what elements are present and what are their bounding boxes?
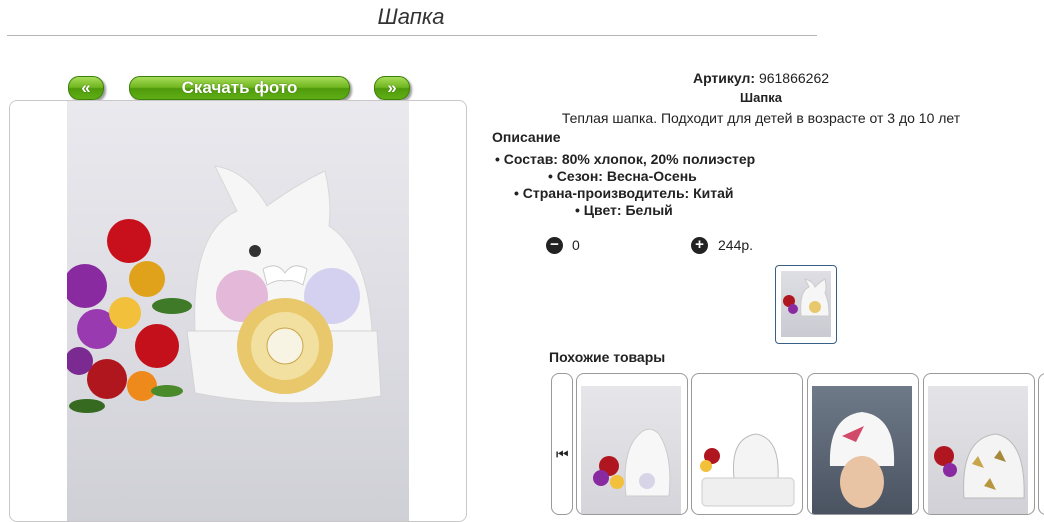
article-line: Артикул: 961866262 xyxy=(478,70,1044,86)
property-item-country: • Страна-производитель: Китай xyxy=(514,185,734,201)
photo-thumbnail[interactable] xyxy=(775,265,837,344)
similar-product-card[interactable] xyxy=(691,373,803,515)
quantity-value: 0 xyxy=(572,237,580,253)
similar-product-image xyxy=(812,386,912,514)
similar-product-image xyxy=(928,386,1028,514)
download-photo-button[interactable]: Скачать фото xyxy=(129,76,350,100)
similar-product-card-partial[interactable] xyxy=(1038,373,1044,515)
similar-product-image xyxy=(696,386,796,514)
similar-slider-prev-button[interactable]: ⏮ xyxy=(551,373,573,515)
product-photo[interactable] xyxy=(63,101,409,521)
property-item-season: • Сезон: Весна-Осень xyxy=(548,168,697,184)
thumbnail-image xyxy=(781,271,831,337)
article-value: 961866262 xyxy=(758,70,830,86)
flower-bouquet xyxy=(63,219,192,413)
hat-photo-illustration xyxy=(63,165,382,413)
quantity-controls: − 0 + 244р. xyxy=(546,236,846,256)
similar-product-image xyxy=(581,386,681,514)
similar-products-heading: Похожие товары xyxy=(549,349,666,365)
similar-product-card[interactable] xyxy=(923,373,1035,515)
plus-circle-icon[interactable]: + xyxy=(691,237,708,254)
property-item-composition: • Состав: 80% хлопок, 20% полиэстер xyxy=(495,151,756,167)
property-item-color: • Цвет: Белый xyxy=(575,202,673,218)
description-heading: Описание xyxy=(492,129,561,145)
prev-photo-button[interactable]: « xyxy=(68,76,104,100)
similar-product-card[interactable] xyxy=(807,373,919,515)
title-divider xyxy=(7,35,817,36)
article-label: Артикул: xyxy=(692,70,756,86)
page-title: Шапка xyxy=(377,4,445,29)
price-value: 244р. xyxy=(718,237,754,253)
next-photo-button[interactable]: » xyxy=(374,76,410,100)
product-name: Шапка xyxy=(740,90,782,105)
product-photo-frame xyxy=(9,100,467,522)
similar-product-card[interactable] xyxy=(576,373,688,515)
skip-back-icon: ⏮ xyxy=(556,446,569,462)
hat xyxy=(186,165,382,404)
product-description: Теплая шапка. Подходит для детей в возра… xyxy=(561,110,961,126)
minus-circle-icon[interactable]: − xyxy=(546,237,563,254)
